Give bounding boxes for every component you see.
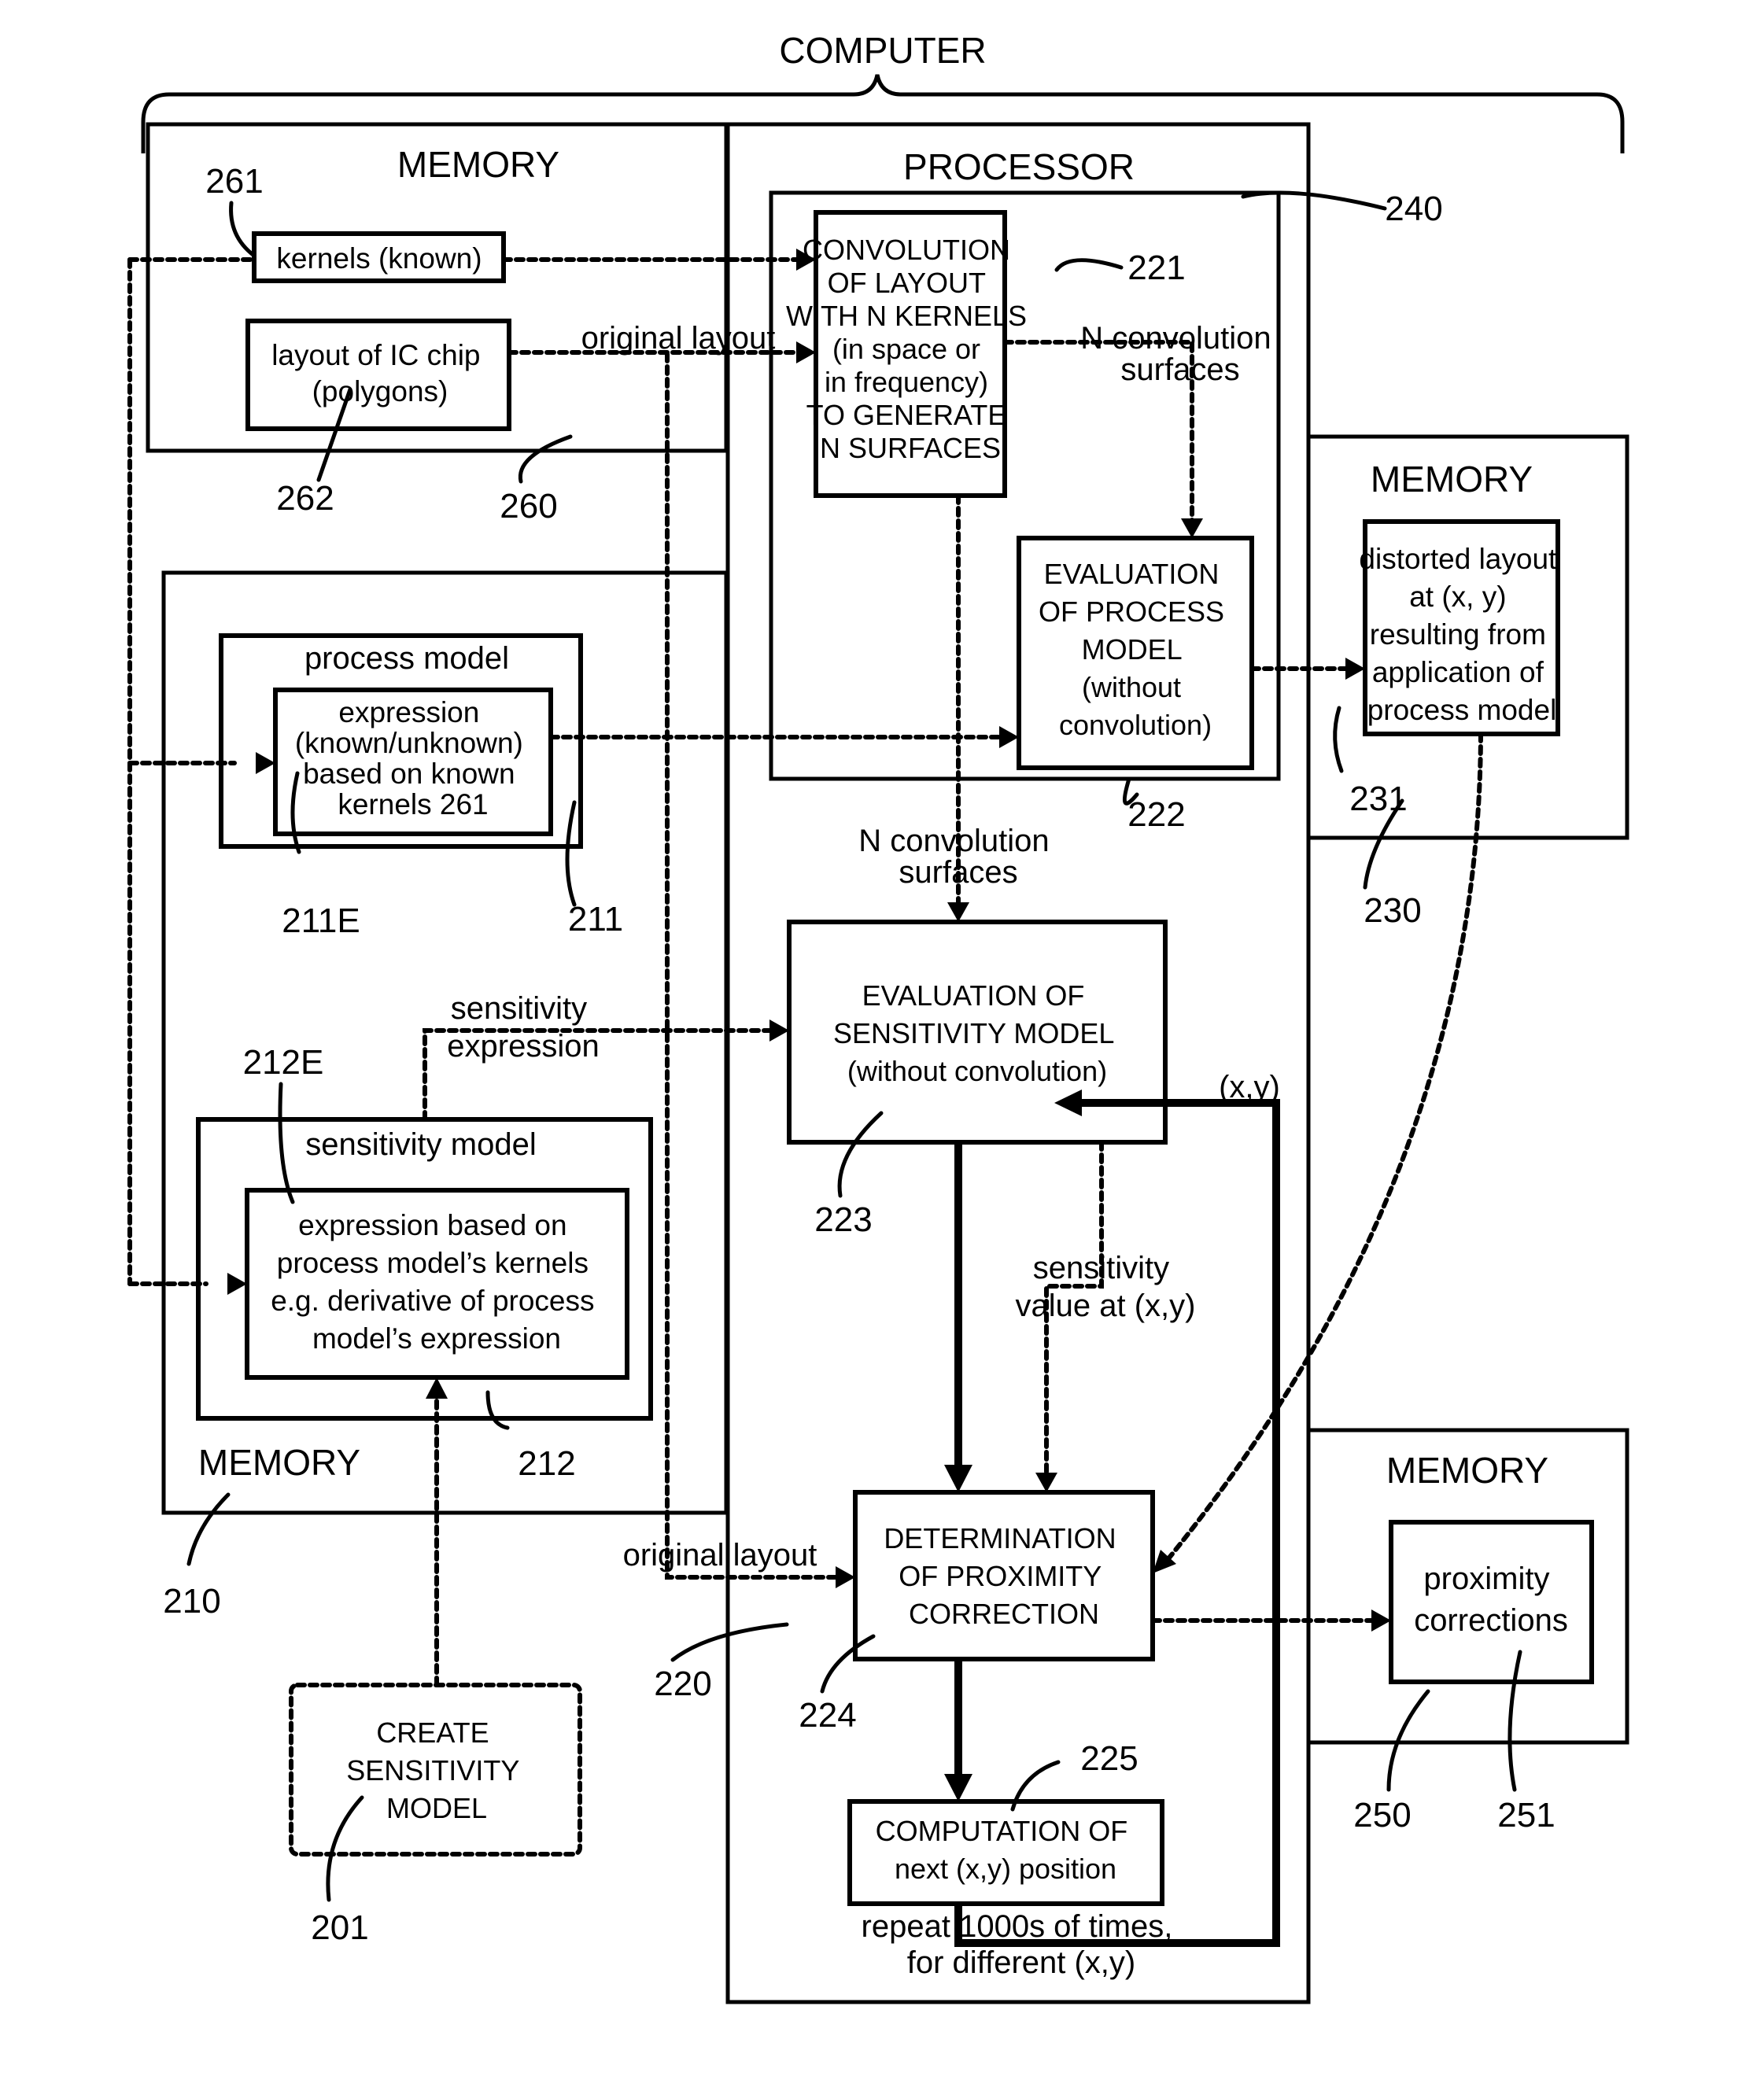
corrections-box (1389, 1520, 1594, 1684)
ref-261: 261 (205, 162, 263, 201)
arrowhead (1035, 1473, 1057, 1492)
arrowhead (944, 1465, 972, 1492)
ref-231: 231 (1349, 780, 1407, 818)
ref-260: 260 (500, 487, 557, 525)
leader-210 (186, 1492, 231, 1566)
leader-201 (326, 1795, 364, 1902)
label-n-conv-top: N convolution surfaces (1080, 321, 1280, 387)
kernels-text: kernels (known) (276, 242, 482, 275)
leader-231 (1333, 706, 1344, 773)
ref-251: 251 (1497, 1796, 1555, 1834)
label-original-layout-bottom: original layout (623, 1538, 817, 1573)
arrowhead (796, 341, 816, 363)
arrowhead (944, 1774, 972, 1801)
ref-212E: 212E (243, 1043, 324, 1082)
leader-221 (1054, 258, 1124, 272)
arrowhead (1181, 518, 1203, 538)
computer-brace (141, 74, 1625, 153)
ref-220: 220 (654, 1665, 711, 1703)
memory-250-title: MEMORY (1386, 1450, 1548, 1491)
ref-224: 224 (799, 1696, 856, 1735)
ref-211: 211 (568, 900, 623, 938)
ref-230: 230 (1364, 891, 1421, 930)
ref-250: 250 (1353, 1796, 1411, 1834)
label-xy: (x,y) (1219, 1070, 1280, 1104)
arrowhead (1345, 658, 1365, 680)
ref-240: 240 (1385, 190, 1442, 228)
ref-221: 221 (1127, 249, 1185, 287)
arrowhead (999, 726, 1019, 748)
label-sensitivity-expression: sensitivity expression (447, 991, 599, 1064)
distorted-to-determination (1161, 732, 1483, 1568)
ref-210: 210 (163, 1582, 220, 1621)
determination-text: DETERMINATION OF PROXIMITY CORRECTION (884, 1522, 1124, 1630)
ref-222: 222 (1127, 795, 1185, 834)
process-model-title: process model (304, 641, 509, 676)
arrowhead (836, 1566, 855, 1588)
distorted-text: distorted layout at (x, y) resulting fro… (1359, 543, 1564, 726)
sensitivity-model-title: sensitivity model (305, 1127, 536, 1162)
label-sensitivity-value: sensitivity value at (x,y) (1016, 1251, 1196, 1323)
memory-210-title: MEMORY (198, 1442, 360, 1483)
arrowhead (947, 902, 969, 922)
patent-diagram: COMPUTER MEMORY kernels (known) 261 layo… (127, 30, 1629, 2004)
label-n-conv-mid: N convolution surfaces (858, 824, 1058, 890)
ref-212: 212 (518, 1444, 575, 1483)
ref-223: 223 (814, 1200, 872, 1239)
create-sensitivity-text: CREATE SENSITIVITY MODEL (346, 1716, 526, 1824)
ref-225: 225 (1080, 1739, 1138, 1778)
processor-title: PROCESSOR (903, 146, 1135, 187)
eval-sensitivity-text: EVALUATION OF SENSITIVITY MODEL (without… (833, 979, 1121, 1087)
arrowhead (769, 1020, 789, 1042)
memory-230-title: MEMORY (1371, 459, 1533, 500)
computer-label: COMPUTER (779, 30, 986, 71)
label-original-layout-top: original layout (581, 321, 776, 356)
leader-261 (229, 201, 256, 258)
arrowhead (1371, 1609, 1391, 1632)
ref-262: 262 (276, 479, 334, 518)
ref-201: 201 (311, 1908, 368, 1947)
leader-240 (1241, 190, 1387, 211)
ref-211E: 211E (282, 902, 360, 940)
leader-260 (518, 434, 573, 484)
memory-260-title: MEMORY (397, 144, 559, 185)
